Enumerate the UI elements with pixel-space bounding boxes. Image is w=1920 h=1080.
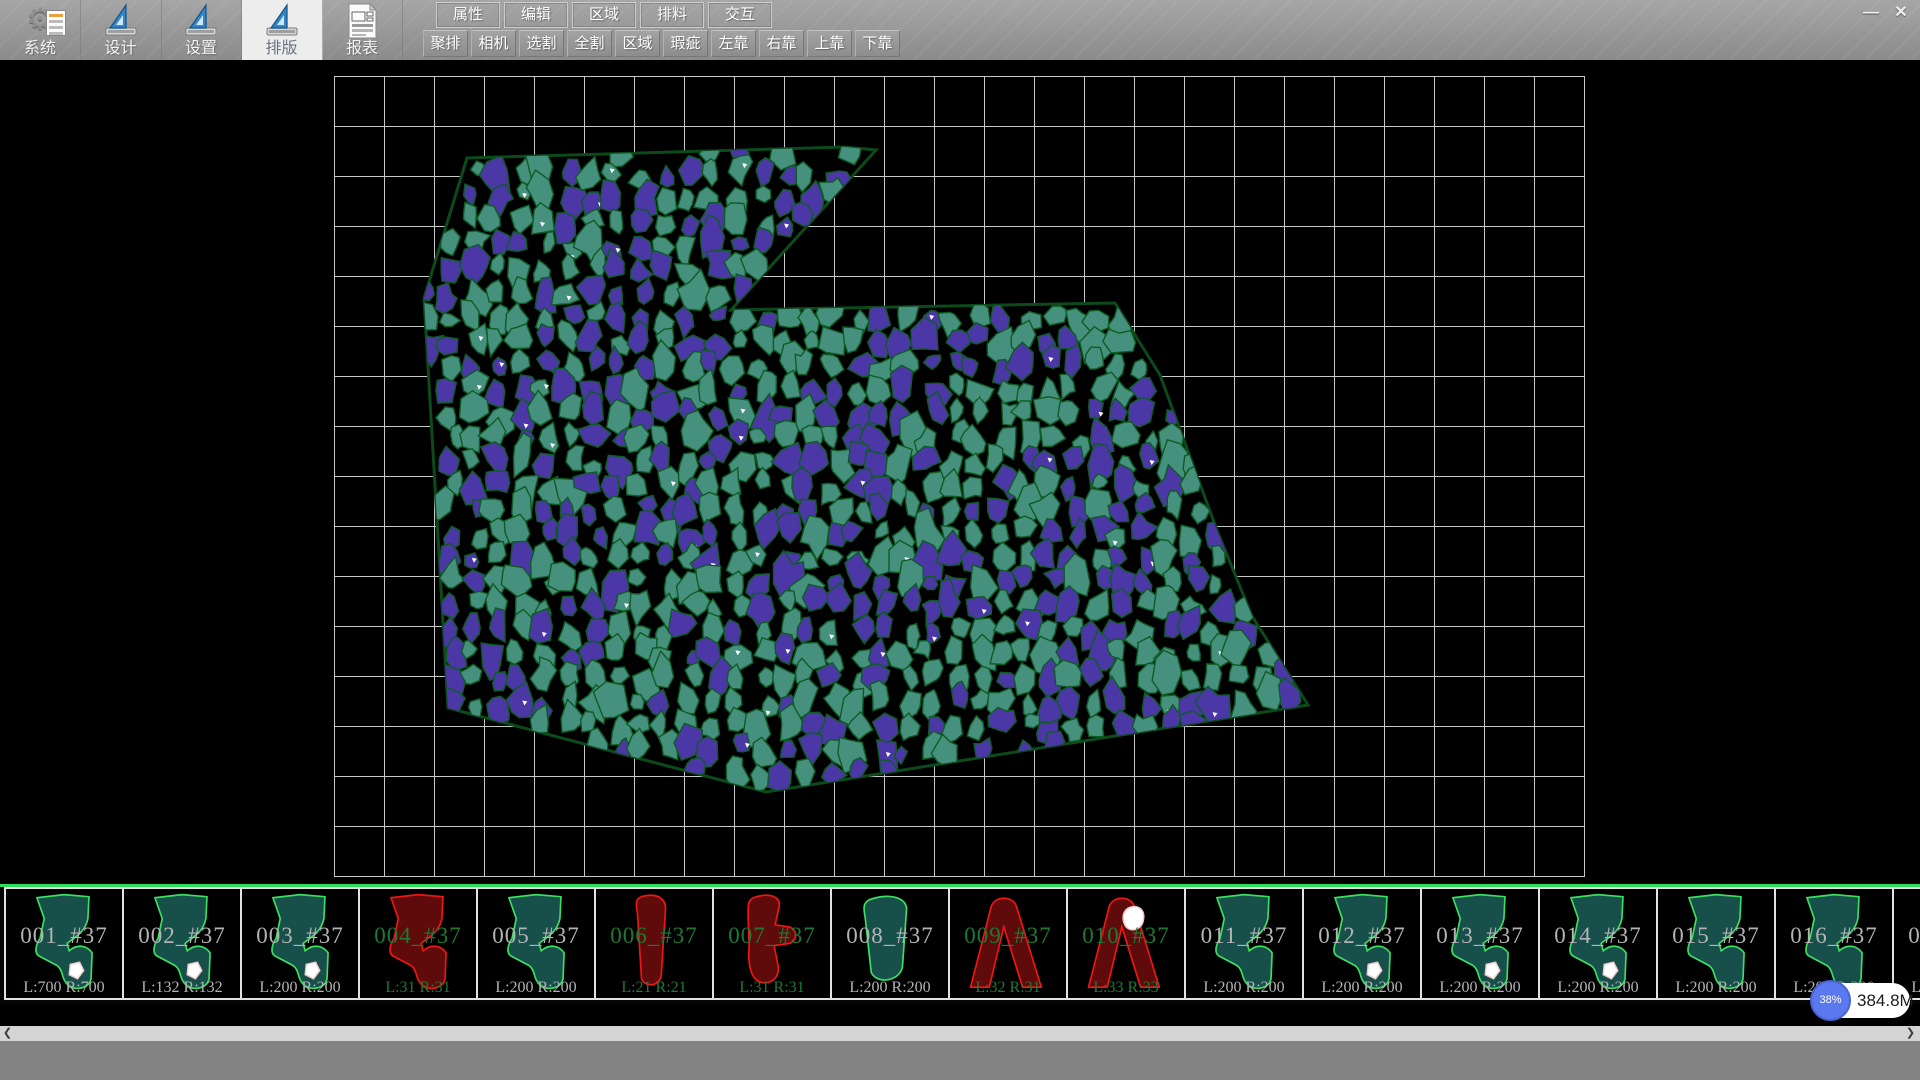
piece-id-label: 006_#37 [596,923,712,949]
piece-count-label: L:33 R:33 [1068,979,1184,997]
tool-button-9[interactable]: 上靠 [807,30,852,57]
tool-button-10[interactable]: 下靠 [855,30,900,57]
menu-tab-bar: 属性编辑区域排料交互 [436,2,776,28]
menu-tab-4[interactable]: 排料 [640,2,704,28]
piece-thumbnail-3[interactable]: 003_#37 L:200 R:200 [240,887,358,1000]
scroll-right-arrow-icon[interactable]: ❯ [1903,1026,1918,1041]
nav-item-label: 系统 [0,40,80,58]
leather-hide-layout[interactable] [0,60,1920,884]
piece-id-label: 004_#37 [360,923,476,949]
piece-thumbnail-10[interactable]: 010_#37 L:33 R:33 [1066,887,1184,1000]
nesting-app-window: ⚙系统设计设置排版报表 属性编辑区域排料交互 聚排相机选割全割区域瑕疵左靠右靠上… [0,0,1920,1080]
tool-button-6[interactable]: 瑕疵 [663,30,708,57]
menu-tab-3[interactable]: 区域 [572,2,636,28]
ruler-icon [81,2,161,40]
piece-id-label: 011_#37 [1186,923,1302,949]
report-icon [322,2,402,40]
piece-id-label: 005_#37 [478,923,594,949]
piece-count-label: L:31 R:31 [714,979,830,997]
piece-thumbnail-11[interactable]: 011_#37 L:200 R:200 [1184,887,1302,1000]
nav-item-label: 设计 [81,40,161,58]
close-button[interactable]: ✕ [1886,2,1916,24]
piece-id-label: 012_#37 [1304,923,1420,949]
piece-thumbnail-7[interactable]: 007_#37 L:31 R:31 [712,887,830,1000]
nesting-canvas[interactable] [0,60,1920,884]
nav-item-3[interactable]: 设置 [161,0,242,60]
nav-item-label: 报表 [322,40,402,58]
piece-thumbnail-8[interactable]: 008_#37 L:200 R:200 [830,887,948,1000]
progress-percent-badge: 38% [1810,980,1851,1021]
piece-count-label: L:200 R:200 [1540,979,1656,997]
piece-thumbnail-4[interactable]: 004_#37 L:31 R:31 [358,887,476,1000]
gear-icon: ⚙ [0,2,80,40]
piece-thumbnail-5[interactable]: 005_#37 L:200 R:200 [476,887,594,1000]
piece-id-label: 015_#37 [1658,923,1774,949]
piece-count-label: L:700 R:700 [6,979,122,997]
piece-id-label: 007_#37 [714,923,830,949]
piece-id-label: 002_#37 [124,923,240,949]
piece-id-label: 008_#37 [832,923,948,949]
piece-id-label: 010_#37 [1068,923,1184,949]
piece-id-label: 014_#37 [1540,923,1656,949]
memory-size-label: 384.8M [1857,983,1914,1018]
nav-item-5[interactable]: 报表 [322,0,403,60]
ruler-icon [242,2,322,40]
minimize-button[interactable]: — [1856,2,1886,24]
nav-item-2[interactable]: 设计 [81,0,162,60]
piece-thumbnail-strip: 001_#37L:700 R:700002_#37L:132 R:132003_… [0,887,1920,1004]
menu-tab-1[interactable]: 属性 [436,2,500,28]
status-bar [0,1041,1920,1080]
horizontal-scrollbar[interactable]: ❮ ❯ [0,1026,1920,1041]
piece-id-label: 013_#37 [1422,923,1538,949]
nav-item-4[interactable]: 排版 [242,0,323,60]
menu-tab-5[interactable]: 交互 [708,2,772,28]
piece-id-label: 016_#37 [1776,923,1892,949]
piece-thumbnail-14[interactable]: 014_#37 L:200 R:200 [1538,887,1656,1000]
piece-count-label: L:32 R:31 [950,979,1066,997]
ruler-icon [161,2,241,40]
tool-button-4[interactable]: 全割 [567,30,612,57]
main-toolbar: ⚙系统设计设置排版报表 属性编辑区域排料交互 聚排相机选割全割区域瑕疵左靠右靠上… [0,0,1920,60]
tool-button-7[interactable]: 左靠 [711,30,756,57]
scroll-left-arrow-icon[interactable]: ❮ [0,1026,15,1041]
menu-tab-2[interactable]: 编辑 [504,2,568,28]
piece-id-label: 017_#37 [1894,923,1920,949]
window-controls: —✕ [1856,2,1916,26]
piece-thumbnail-15[interactable]: 015_#37 L:200 R:200 [1656,887,1774,1000]
tool-button-5[interactable]: 区域 [615,30,660,57]
tool-button-8[interactable]: 右靠 [759,30,804,57]
status-badge[interactable]: 38% 384.8M [1813,983,1910,1018]
piece-thumbnail-13[interactable]: 013_#37 L:200 R:200 [1420,887,1538,1000]
piece-count-label: L:200 R:200 [1422,979,1538,997]
piece-count-label: L:21 R:21 [596,979,712,997]
piece-thumbnail-1[interactable]: 001_#37 L:700 R:700 [4,887,122,1000]
tool-button-3[interactable]: 选割 [519,30,564,57]
piece-thumbnail-2[interactable]: 002_#37 L:132 R:132 [122,887,240,1000]
piece-count-label: L:31 R:31 [360,979,476,997]
piece-thumbnail-9[interactable]: 009_#37 L:32 R:31 [948,887,1066,1000]
piece-count-label: L:200 R:200 [478,979,594,997]
tool-button-1[interactable]: 聚排 [423,30,468,57]
piece-count-label: L:200 R:200 [832,979,948,997]
piece-count-label: L:132 R:132 [124,979,240,997]
piece-count-label: L:200 R:200 [1658,979,1774,997]
piece-count-label: L:200 R:200 [242,979,358,997]
piece-id-label: 003_#37 [242,923,358,949]
piece-count-label: L:200 R:200 [1304,979,1420,997]
tool-button-2[interactable]: 相机 [471,30,516,57]
piece-thumbnail-6[interactable]: 006_#37 L:21 R:21 [594,887,712,1000]
piece-id-label: 001_#37 [6,923,122,949]
nav-item-label: 排版 [242,40,322,58]
nav-item-1[interactable]: ⚙系统 [0,0,81,60]
piece-thumbnail-12[interactable]: 012_#37 L:200 R:200 [1302,887,1420,1000]
tool-button-bar: 聚排相机选割全割区域瑕疵左靠右靠上靠下靠 [423,30,903,58]
piece-count-label: L:200 R:200 [1186,979,1302,997]
nav-item-label: 设置 [161,40,241,58]
piece-id-label: 009_#37 [950,923,1066,949]
